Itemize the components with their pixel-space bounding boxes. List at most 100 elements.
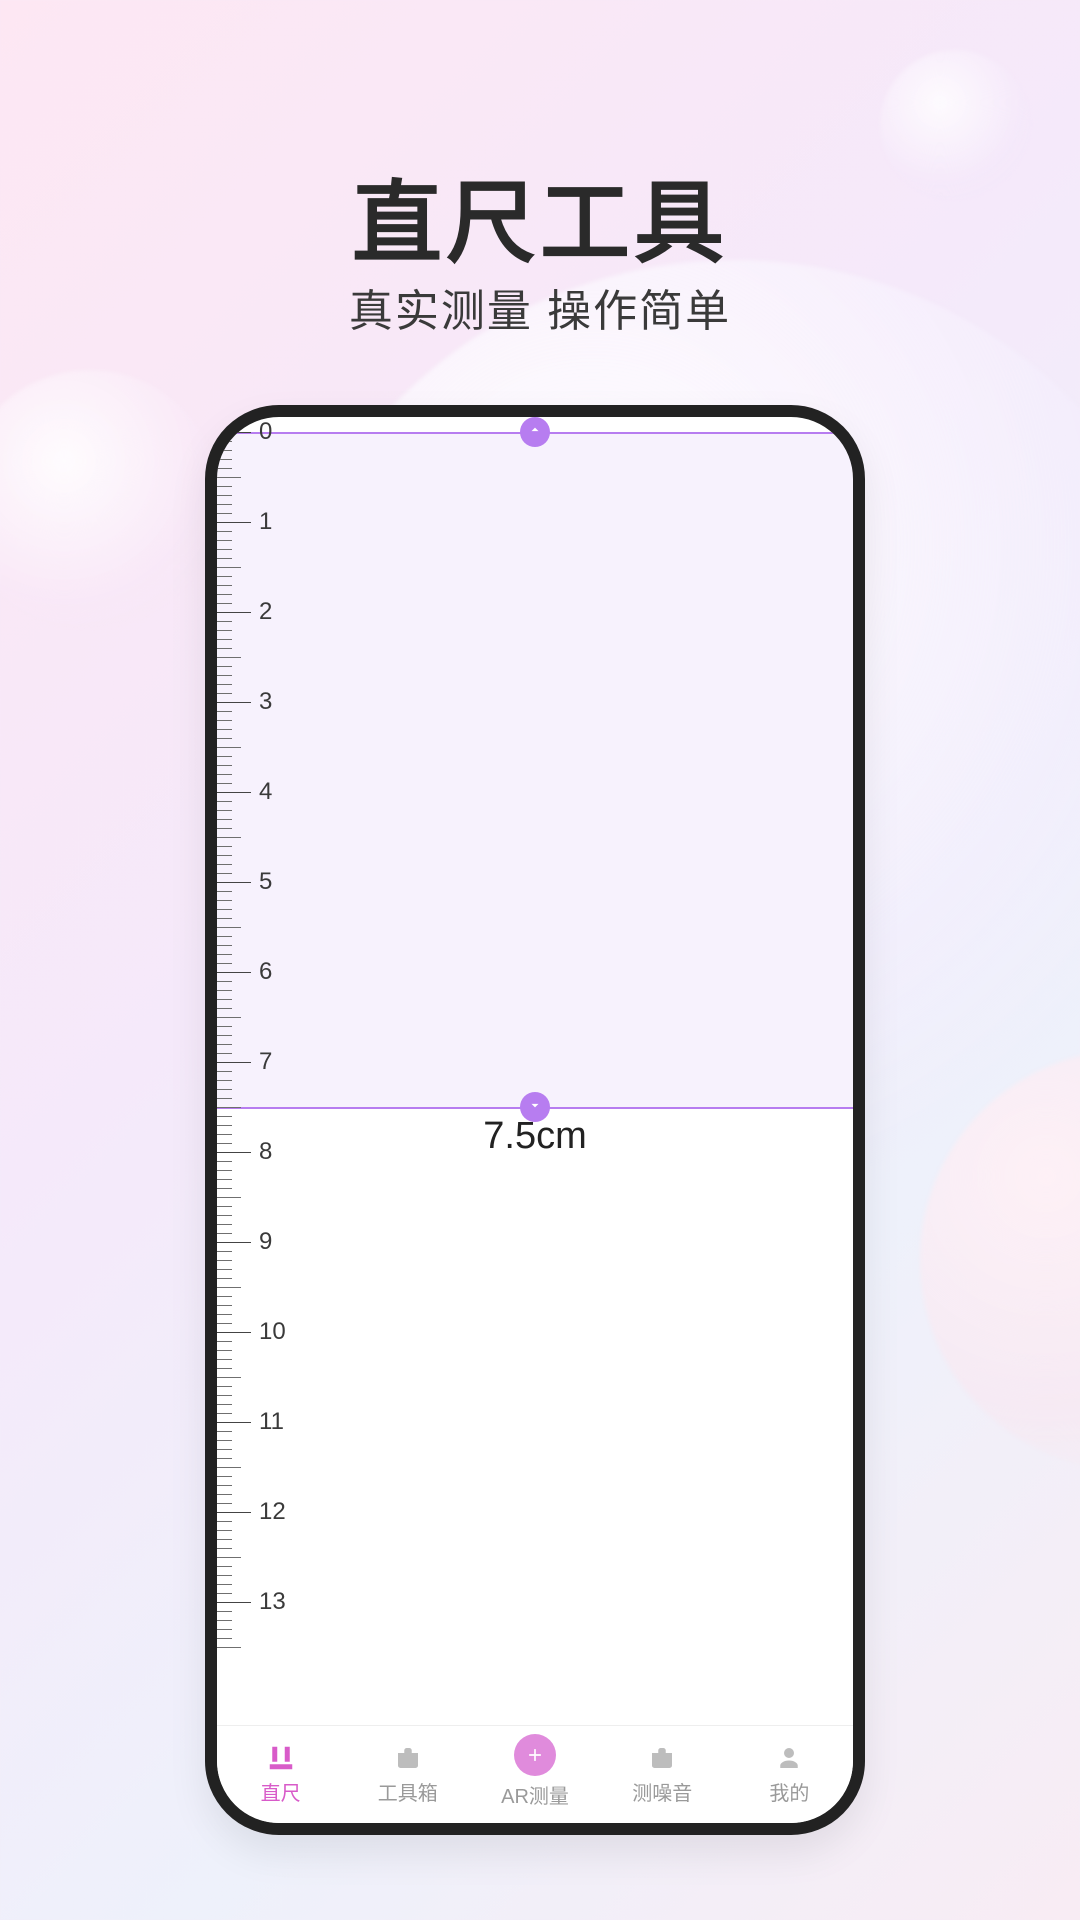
ruler-tick (217, 504, 232, 505)
ruler-tick (217, 1530, 232, 1531)
ruler-tick (217, 1539, 232, 1540)
tab-noise[interactable]: 测噪音 (599, 1743, 726, 1806)
ruler-tick (217, 441, 232, 442)
ruler-tick (217, 792, 251, 793)
ruler-tick (217, 1512, 251, 1513)
ruler-tick (217, 909, 232, 910)
ruler-tick (217, 648, 232, 649)
ruler-tick (217, 1305, 232, 1306)
ruler-tick (217, 765, 232, 766)
ruler-tick (217, 675, 232, 676)
ruler-tick (217, 549, 232, 550)
ruler-tick (217, 558, 232, 559)
ruler-tick (217, 657, 241, 658)
ruler-tick (217, 1215, 232, 1216)
ruler-tick-label: 8 (259, 1138, 272, 1166)
ruler-tick-label: 4 (259, 778, 272, 806)
ruler-tick (217, 585, 232, 586)
ruler-tick (217, 1260, 232, 1261)
ruler-tick (217, 1008, 232, 1009)
ruler-tick (217, 540, 232, 541)
ruler-tick-label: 12 (259, 1498, 286, 1526)
ruler-tick (217, 1611, 232, 1612)
ruler-tick (217, 882, 251, 883)
ruler-tick (217, 1179, 232, 1180)
ruler-tick (217, 1440, 232, 1441)
ruler-tick (217, 1026, 232, 1027)
ruler-tick (217, 756, 232, 757)
chevron-up-icon (528, 423, 542, 442)
ruler-tick (217, 1602, 251, 1603)
ruler-tick (217, 846, 232, 847)
ruler-tick (217, 1557, 241, 1558)
ruler-tick (217, 801, 232, 802)
tab-ar[interactable]: AR测量 (471, 1740, 598, 1809)
ruler-tick (217, 1404, 232, 1405)
tab-label: AR测量 (501, 1780, 569, 1809)
ruler-tick (217, 999, 232, 1000)
page-title: 直尺工具 (0, 150, 1080, 280)
ruler-tick (217, 603, 232, 604)
tab-label: 我的 (769, 1777, 809, 1806)
ruler-tick (217, 1386, 232, 1387)
ruler-tick (217, 1287, 241, 1288)
ruler-tick (217, 1224, 232, 1225)
ruler-tick (217, 477, 241, 478)
ruler-tick (217, 702, 251, 703)
ruler-tick (217, 1593, 232, 1594)
ruler-tick-label: 2 (259, 598, 272, 626)
ruler-tick (217, 1080, 232, 1081)
chevron-down-icon (528, 1098, 542, 1117)
ruler-tick (217, 945, 232, 946)
tab-label: 直尺 (261, 1777, 301, 1806)
ruler-tick-label: 0 (259, 418, 272, 446)
ruler-tick (217, 1458, 232, 1459)
tab-toolbox[interactable]: 工具箱 (344, 1743, 471, 1806)
ruler-tick (217, 891, 232, 892)
ruler-tick (217, 1494, 232, 1495)
ruler-tick (217, 1251, 232, 1252)
ruler-tick (217, 837, 241, 838)
ruler-tick (217, 720, 232, 721)
ruler-tick (217, 513, 232, 514)
ruler-tick (217, 594, 232, 595)
ruler-tick-label: 9 (259, 1228, 272, 1256)
ruler-tick (217, 936, 232, 937)
ruler-tick (217, 1314, 232, 1315)
measurement-value: 7.5cm (483, 1115, 586, 1158)
ruler-tick (217, 1521, 232, 1522)
ruler-tick (217, 1170, 232, 1171)
ruler-tick (217, 1566, 232, 1567)
tab-bar: 直尺 工具箱 AR测量 测噪音 我的 (217, 1725, 853, 1823)
ruler-tick (217, 1116, 232, 1117)
ruler-tick (217, 1548, 232, 1549)
tab-me[interactable]: 我的 (726, 1743, 853, 1806)
ruler-tick (217, 630, 232, 631)
bg-bubble (0, 370, 220, 630)
tab-ruler[interactable]: 直尺 (217, 1743, 344, 1806)
handle-top-knob[interactable] (520, 417, 550, 447)
toolbox-icon (647, 1743, 677, 1773)
ruler-tick (217, 1053, 232, 1054)
ruler-tick (217, 612, 251, 613)
ruler-tick (217, 1485, 232, 1486)
ruler-tick (217, 1206, 232, 1207)
ruler-tick (217, 1359, 232, 1360)
ruler-tick (217, 1089, 232, 1090)
ruler-tick (217, 1620, 232, 1621)
ruler-tick (217, 1323, 232, 1324)
ruler-tick (217, 1422, 251, 1423)
ruler-tick (217, 1341, 232, 1342)
measurement-region[interactable] (217, 432, 853, 1107)
ruler-tick-label: 5 (259, 868, 272, 896)
ruler-tick-label: 6 (259, 958, 272, 986)
ruler-tick (217, 711, 232, 712)
ruler-tick (217, 1107, 241, 1108)
ruler-tick (217, 531, 232, 532)
tab-label: 测噪音 (632, 1777, 692, 1806)
ruler-tick (217, 738, 232, 739)
ruler-tick (217, 621, 232, 622)
ruler-tick (217, 1431, 232, 1432)
ruler-tick (217, 1377, 241, 1378)
ruler-tick (217, 486, 232, 487)
